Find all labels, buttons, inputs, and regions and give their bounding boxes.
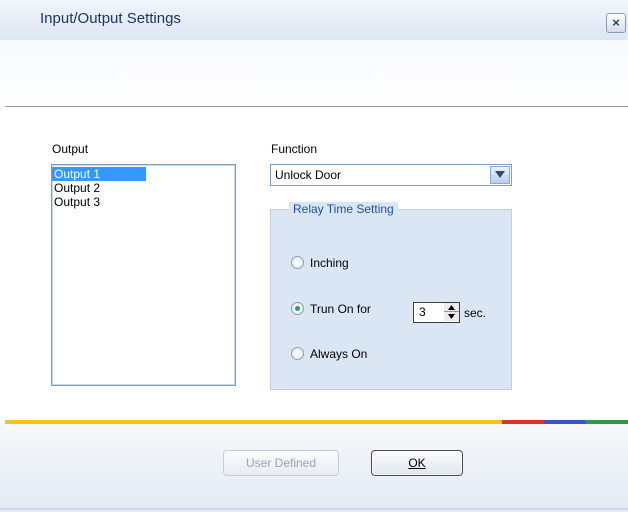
header-divider	[5, 106, 628, 107]
output-listbox[interactable]: Output 1 Output 2 Output 3	[51, 164, 236, 386]
chevron-down-icon	[448, 314, 455, 319]
spinner-down-button[interactable]	[444, 312, 459, 321]
output-label: Output	[52, 142, 89, 156]
relay-time-legend: Relay Time Setting	[289, 202, 398, 216]
close-icon: ×	[612, 15, 620, 30]
list-item-output-1[interactable]: Output 1	[52, 167, 146, 181]
list-item-output-3[interactable]: Output 3	[52, 195, 235, 209]
function-label: Function	[271, 142, 318, 156]
function-dropdown-value: Unlock Door	[275, 168, 342, 182]
window-title: Input/Output Settings	[40, 10, 181, 27]
header-band	[0, 40, 628, 106]
relay-time-groupbox: Relay Time Setting Inching Trun On for 3…	[270, 202, 512, 390]
user-defined-button[interactable]: User Defined	[223, 450, 339, 476]
chevron-up-icon	[448, 305, 455, 310]
radio-always-on-indicator[interactable]	[291, 347, 304, 361]
radio-always-on-label: Always On	[310, 346, 368, 361]
dropdown-arrow-button[interactable]	[490, 166, 510, 184]
radio-turn-on-for-indicator[interactable]	[291, 302, 304, 316]
duration-spinner-value[interactable]: 3	[419, 305, 426, 319]
footer-divider	[0, 508, 628, 510]
ok-button-label: OK	[408, 456, 426, 470]
duration-spinner[interactable]: 3	[413, 302, 460, 323]
ok-button[interactable]: OK	[371, 450, 463, 476]
radio-inching-indicator[interactable]	[291, 256, 304, 270]
title-bar: Input/Output Settings ×	[0, 0, 628, 40]
close-button[interactable]: ×	[606, 13, 626, 33]
radio-always-on[interactable]: Always On	[291, 346, 367, 361]
spinner-up-button[interactable]	[444, 303, 459, 312]
radio-inching-label: Inching	[310, 255, 349, 270]
chevron-down-icon	[495, 171, 505, 178]
radio-turn-on-for[interactable]: Trun On for	[291, 301, 371, 316]
radio-inching[interactable]: Inching	[291, 255, 349, 270]
radio-turn-on-for-label: Trun On for	[310, 301, 371, 316]
function-dropdown[interactable]: Unlock Door	[270, 164, 512, 186]
duration-unit-label: sec.	[464, 306, 487, 320]
list-item-output-2[interactable]: Output 2	[52, 181, 235, 195]
